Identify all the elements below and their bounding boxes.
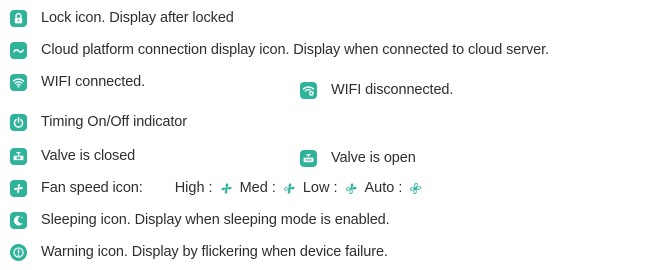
fan-auto-icon <box>410 182 422 194</box>
legend-row-timer: Timing On/Off indicator <box>10 111 187 133</box>
fan-speed-low-label: Low : <box>302 180 338 196</box>
legend-row-lock: Lock icon. Display after locked <box>10 7 234 29</box>
legend-row-cloud: Cloud platform connection display icon. … <box>10 39 549 61</box>
fan-icon <box>10 179 27 197</box>
fan-speed-med-label: Med : <box>239 180 276 196</box>
valve-closed-icon <box>10 147 27 165</box>
legend-item-valve-open: Valve is open <box>300 147 416 169</box>
warning-icon <box>10 243 27 261</box>
lock-description: Lock icon. Display after locked <box>41 10 234 26</box>
timer-description: Timing On/Off indicator <box>41 114 187 130</box>
icon-legend: Lock icon. Display after locked Cloud pl… <box>0 0 656 270</box>
fan-speed-legend: High : Med : Low : Auto: <box>175 180 430 196</box>
valve-closed-description: Valve is closed <box>41 148 136 164</box>
fan-high-icon <box>221 182 232 194</box>
lock-icon <box>10 9 27 27</box>
cloud-link-icon <box>10 41 27 59</box>
power-icon <box>10 113 27 131</box>
warning-description: Warning icon. Display by flickering when… <box>41 244 388 260</box>
legend-item-wifi-disconnected: WIFI disconnected. <box>300 79 453 101</box>
valve-open-description: Valve is open <box>331 150 416 166</box>
cloud-description: Cloud platform connection display icon. … <box>41 42 549 58</box>
moon-icon <box>10 211 27 229</box>
fan-low-icon <box>345 182 356 194</box>
fan-speed-high-label: High : <box>174 180 213 196</box>
valve-open-icon <box>300 149 317 167</box>
legend-row-valve: Valve is closed <box>10 145 135 167</box>
fan-speed-auto-label: Auto : <box>364 180 403 196</box>
legend-row-wifi: WIFI connected. <box>10 71 145 93</box>
sleep-description: Sleeping icon. Display when sleeping mod… <box>41 212 390 228</box>
wifi-connected-description: WIFI connected. <box>41 74 146 90</box>
wifi-disconnected-description: WIFI disconnected. <box>331 82 454 98</box>
fan-description: Fan speed icon: <box>41 180 143 196</box>
legend-row-warning: Warning icon. Display by flickering when… <box>10 241 388 263</box>
legend-row-fan: Fan speed icon: High : Med : Low : Auto … <box>10 177 429 199</box>
legend-row-sleep: Sleeping icon. Display when sleeping mod… <box>10 209 390 231</box>
wifi-icon <box>10 73 27 91</box>
wifi-off-icon <box>300 81 317 99</box>
fan-med-icon <box>283 182 295 194</box>
